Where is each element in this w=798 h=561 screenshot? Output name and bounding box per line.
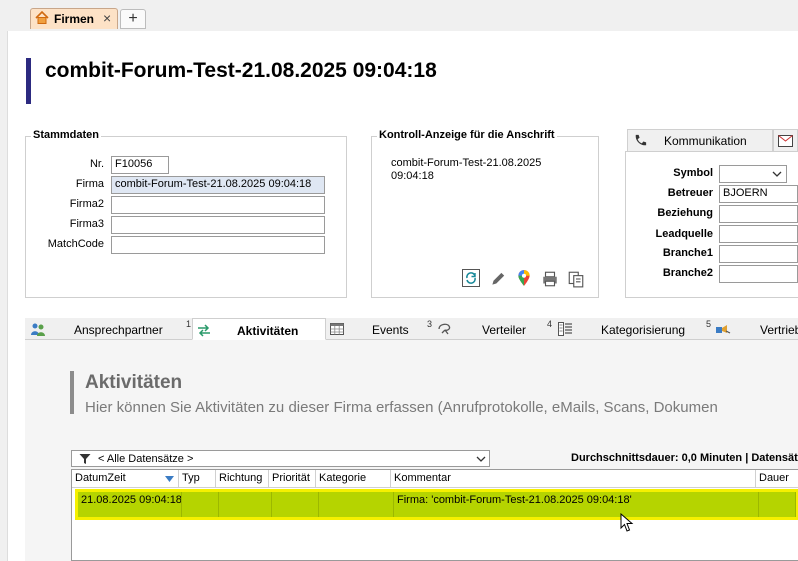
- copy-icon[interactable]: [567, 270, 585, 288]
- firma2-label: Firma2: [69, 198, 104, 210]
- category-list-icon: [558, 322, 572, 336]
- tab-email[interactable]: [773, 129, 798, 151]
- tab-events-label: Events: [372, 323, 409, 337]
- title-accent-bar: [26, 58, 31, 104]
- activities-grid[interactable]: DatumZeit Typ Richtung Priorität Kategor…: [71, 469, 798, 561]
- mail-icon: [778, 135, 793, 147]
- address-preview: combit-Forum-Test-21.08.2025 09:04:18: [391, 157, 581, 183]
- section-accent-bar: [70, 371, 74, 414]
- printer-icon[interactable]: [541, 270, 559, 288]
- branche2-field[interactable]: [719, 265, 798, 283]
- document-tab-bar: Firmen × +: [0, 0, 798, 31]
- cell-typ: [182, 492, 219, 517]
- pen-icon[interactable]: [489, 270, 507, 288]
- column-header-datumzeit[interactable]: DatumZeit: [72, 470, 179, 488]
- close-tab-icon[interactable]: ×: [103, 10, 111, 26]
- tab-ansprechpartner[interactable]: Ansprechpartner 1: [28, 318, 192, 340]
- tab-kommunikation-label: Kommunikation: [664, 134, 747, 148]
- left-strip: [0, 31, 8, 561]
- address-line-2: 09:04:18: [391, 170, 434, 182]
- map-pin-icon[interactable]: [515, 269, 533, 287]
- column-header-typ[interactable]: Typ: [179, 470, 216, 488]
- table-row[interactable]: 21.08.2025 09:04:18 Firma: 'combit-Forum…: [75, 489, 798, 520]
- matchcode-label: MatchCode: [47, 238, 104, 250]
- tab-ansprechpartner-number: 1: [186, 319, 192, 329]
- beziehung-label: Beziehung: [657, 207, 713, 219]
- tab-kategorisierung-label: Kategorisierung: [601, 323, 686, 337]
- record-filter-dropdown[interactable]: < Alle Datensätze >: [71, 450, 490, 467]
- nr-label: Nr.: [89, 158, 104, 170]
- calendar-grid-icon: [330, 323, 344, 335]
- section-subtitle: Hier können Sie Aktivitäten zu dieser Fi…: [85, 399, 718, 416]
- tab-ansprechpartner-label: Ansprechpartner: [74, 323, 163, 337]
- tab-verteiler[interactable]: Verteiler 4: [436, 318, 554, 340]
- sales-icon: [716, 325, 731, 334]
- tab-vertrieb[interactable]: Vertrieb: [714, 318, 798, 340]
- kontroll-title: Kontroll-Anzeige für die Anschrift: [377, 129, 557, 141]
- tab-kommunikation[interactable]: Kommunikation: [627, 129, 773, 151]
- column-header-richtung[interactable]: Richtung: [216, 470, 269, 488]
- firma-label: Firma: [75, 178, 104, 190]
- cell-kommentar: Firma: 'combit-Forum-Test-21.08.2025 09:…: [394, 492, 759, 517]
- tab-vertrieb-label: Vertrieb: [760, 323, 798, 337]
- section-title: Aktivitäten: [85, 372, 183, 393]
- tab-events[interactable]: Events 3: [328, 318, 434, 340]
- firma2-field[interactable]: [111, 196, 325, 214]
- firma3-field[interactable]: [111, 216, 325, 234]
- beziehung-field[interactable]: [719, 205, 798, 223]
- leadquelle-field[interactable]: [719, 225, 798, 243]
- branche1-field[interactable]: [719, 245, 798, 263]
- refresh-icon[interactable]: [462, 269, 480, 287]
- page-title: combit-Forum-Test-21.08.2025 09:04:18: [45, 59, 437, 82]
- filter-icon: [79, 454, 91, 464]
- home-icon: [35, 11, 49, 24]
- betreuer-label: Betreuer: [667, 187, 713, 199]
- cell-richtung: [219, 492, 272, 517]
- tab-events-number: 3: [427, 319, 433, 329]
- sort-desc-icon: [165, 476, 174, 482]
- cell-prioritaet: [272, 492, 319, 517]
- leadquelle-label: Leadquelle: [655, 228, 713, 240]
- betreuer-field[interactable]: BJOERN: [719, 185, 798, 203]
- branche2-label: Branche2: [662, 267, 713, 279]
- symbol-label: Symbol: [673, 167, 713, 179]
- arrows-exchange-icon: [198, 324, 210, 337]
- tab-verteiler-number: 4: [547, 319, 553, 329]
- cell-datumzeit: 21.08.2025 09:04:18: [78, 492, 182, 517]
- cell-kategorie: [319, 492, 394, 517]
- filter-label: < Alle Datensätze >: [98, 453, 194, 465]
- tab-verteiler-label: Verteiler: [482, 323, 527, 337]
- tab-kategorisierung[interactable]: Kategorisierung 5: [556, 318, 712, 340]
- cell-dauer: [759, 492, 796, 517]
- chevron-down-icon: [772, 171, 782, 177]
- branche1-label: Branche1: [662, 247, 713, 259]
- chevron-down-icon: [476, 456, 486, 462]
- column-header-kategorie[interactable]: Kategorie: [316, 470, 391, 488]
- symbol-select[interactable]: [719, 165, 787, 183]
- firma-field[interactable]: combit-Forum-Test-21.08.2025 09:04:18: [111, 176, 325, 194]
- tab-firmen-label: Firmen: [54, 12, 95, 26]
- new-tab-button[interactable]: +: [120, 9, 146, 29]
- column-header-dauer[interactable]: Dauer: [756, 470, 798, 488]
- mouse-cursor-icon: [620, 513, 634, 532]
- matchcode-field[interactable]: [111, 236, 325, 254]
- stats-summary: Durchschnittsdauer: 0,0 Minuten | Datens…: [571, 452, 798, 464]
- tab-firmen[interactable]: Firmen ×: [30, 8, 118, 29]
- column-header-prioritaet[interactable]: Priorität: [269, 470, 316, 488]
- column-header-label: DatumZeit: [75, 472, 126, 484]
- tab-aktivitaeten-label: Aktivitäten: [237, 324, 299, 338]
- column-header-kommentar[interactable]: Kommentar: [391, 470, 756, 488]
- tab-kategorisierung-number: 5: [706, 319, 712, 329]
- people-icon: [31, 323, 45, 336]
- distribution-icon: [438, 323, 451, 335]
- stammdaten-title: Stammdaten: [31, 129, 102, 141]
- phone-icon: [635, 134, 647, 146]
- tab-aktivitaeten[interactable]: Aktivitäten: [192, 318, 326, 340]
- nr-field[interactable]: F10056: [111, 156, 169, 174]
- address-line-1: combit-Forum-Test-21.08.2025: [391, 157, 542, 169]
- firma3-label: Firma3: [69, 218, 104, 230]
